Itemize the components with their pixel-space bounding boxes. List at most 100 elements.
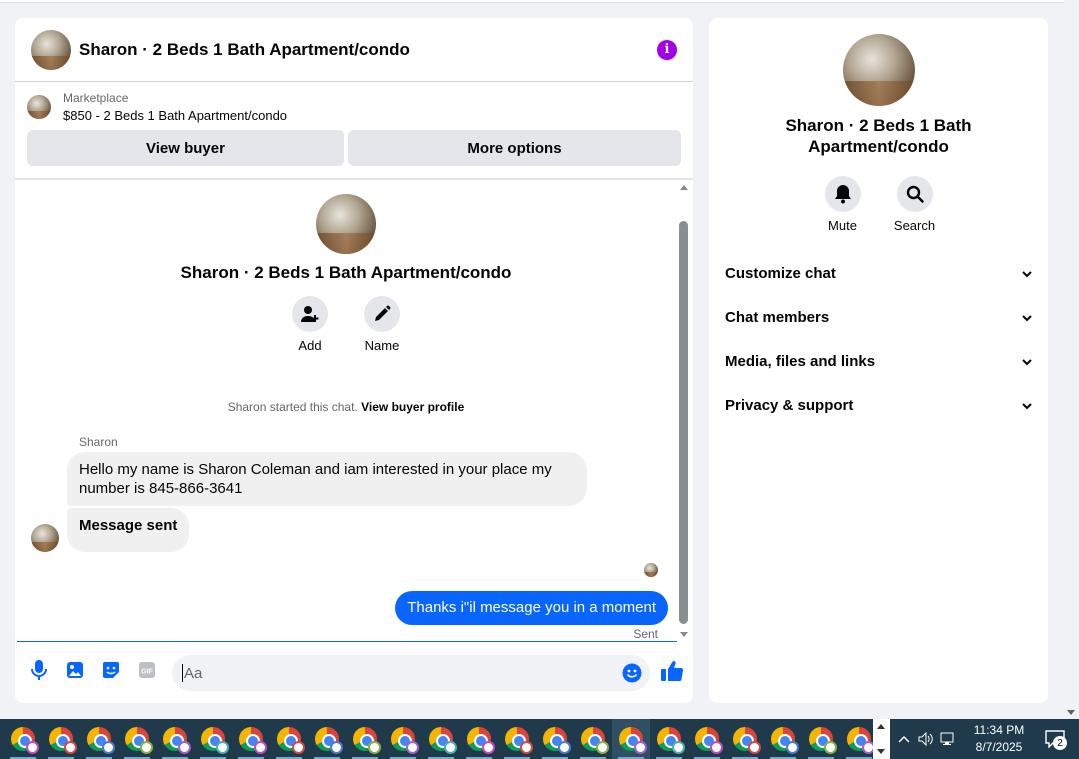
profile-badge-icon: [64, 741, 77, 754]
sticker-icon[interactable]: [101, 660, 121, 680]
mute-button[interactable]: Mute: [824, 176, 861, 233]
section-customize-chat[interactable]: Customize chat: [709, 251, 1048, 295]
chat-title[interactable]: Sharon · 2 Beds 1 Bath Apartment/condo: [79, 40, 657, 60]
outgoing-message[interactable]: Thanks i"il message you in a moment: [395, 591, 668, 625]
more-options-button[interactable]: More options: [348, 130, 681, 166]
volume-icon[interactable]: [915, 719, 937, 759]
chevron-down-icon: [1022, 265, 1032, 282]
profile-badge-icon: [710, 741, 723, 754]
chat-intro: Sharon · 2 Beds 1 Bath Apartment/condo A…: [15, 194, 677, 353]
marketplace-label: Marketplace: [63, 91, 129, 105]
sender-name: Sharon: [79, 435, 118, 449]
section-label: Privacy & support: [725, 396, 854, 414]
add-button[interactable]: Add: [292, 296, 328, 353]
chrome-icon: [353, 727, 381, 754]
chrome-icon: [543, 727, 571, 754]
section-label: Chat members: [725, 308, 830, 326]
taskbar-chrome-button[interactable]: [612, 719, 650, 759]
profile-badge-icon: [26, 741, 39, 754]
started-text: Sharon started this chat.: [227, 400, 358, 414]
clock-time: 11:34 PM: [973, 723, 1025, 737]
profile-badge-icon: [558, 741, 571, 754]
sender-avatar[interactable]: [31, 524, 59, 552]
info-icon[interactable]: i: [657, 39, 677, 60]
svg-text:GIF: GIF: [141, 669, 153, 676]
message-scrollbar[interactable]: [679, 181, 689, 641]
profile-badge-icon: [520, 741, 533, 754]
thumbs-up-icon[interactable]: [660, 660, 684, 687]
taskbar-chrome-button[interactable]: [194, 719, 232, 759]
section-chat-members[interactable]: Chat members: [709, 295, 1048, 339]
clock-date: 8/7/2025: [975, 740, 1023, 754]
clock[interactable]: 11:34 PM 8/7/2025: [963, 722, 1035, 756]
taskbar-chrome-button[interactable]: [422, 719, 460, 759]
marketplace-card: Marketplace $850 - 2 Beds 1 Bath Apartme…: [15, 82, 693, 180]
details-avatar[interactable]: [842, 34, 915, 106]
taskbar-chrome-button[interactable]: [688, 719, 726, 759]
taskbar-apps: [4, 719, 878, 759]
image-icon[interactable]: [65, 660, 85, 680]
taskbar-chrome-button[interactable]: [80, 719, 118, 759]
chrome-icon: [49, 727, 77, 754]
chrome-icon: [429, 727, 457, 754]
taskbar-chrome-button[interactable]: [270, 719, 308, 759]
profile-badge-icon: [254, 741, 267, 754]
taskbar-chrome-button[interactable]: [726, 719, 764, 759]
chrome-icon: [239, 727, 267, 754]
chrome-icon: [657, 727, 685, 754]
chrome-icon: [847, 727, 875, 754]
taskbar-chrome-button[interactable]: [802, 719, 840, 759]
view-buyer-profile-link[interactable]: View buyer profile: [361, 400, 464, 414]
chrome-icon: [163, 727, 191, 754]
search-button[interactable]: Search: [894, 176, 935, 233]
chrome-icon: [315, 727, 343, 754]
taskbar-chrome-button[interactable]: [498, 719, 536, 759]
profile-badge-icon: [634, 741, 647, 754]
taskbar-chrome-button[interactable]: [460, 719, 498, 759]
chevron-down-icon: [1022, 397, 1032, 414]
taskbar-chrome-button[interactable]: [118, 719, 156, 759]
chrome-icon: [619, 727, 647, 754]
page-scrollbar[interactable]: [1064, 0, 1079, 719]
chevron-down-icon: [1022, 353, 1032, 370]
name-label: Name: [364, 338, 400, 353]
section-privacy-support[interactable]: Privacy & support: [709, 383, 1048, 427]
view-buyer-button[interactable]: View buyer: [27, 130, 344, 166]
name-button[interactable]: Name: [364, 296, 400, 353]
profile-badge-icon: [824, 741, 837, 754]
notification-count: 2: [1053, 736, 1067, 750]
taskbar-chrome-button[interactable]: [574, 719, 612, 759]
chat-avatar[interactable]: [31, 29, 71, 70]
section-media-files-links[interactable]: Media, files and links: [709, 339, 1048, 383]
pencil-icon: [364, 296, 400, 332]
emoji-icon[interactable]: [622, 663, 642, 683]
message-input[interactable]: Aa: [172, 655, 650, 691]
notification-icon[interactable]: 2: [1035, 719, 1075, 759]
incoming-message[interactable]: Hello my name is Sharon Coleman and iam …: [67, 452, 587, 506]
taskbar-chrome-button[interactable]: [232, 719, 270, 759]
gif-icon[interactable]: GIF: [137, 660, 157, 680]
chrome-icon: [201, 727, 229, 754]
listing-title[interactable]: $850 - 2 Beds 1 Bath Apartment/condo: [63, 108, 287, 123]
incoming-message[interactable]: Message sent: [67, 508, 190, 552]
scrollbar-thumb[interactable]: [679, 221, 688, 624]
taskbar-chrome-button[interactable]: [42, 719, 80, 759]
chrome-icon: [467, 727, 495, 754]
taskbar-chrome-button[interactable]: [4, 719, 42, 759]
taskbar-chrome-button[interactable]: [156, 719, 194, 759]
chevron-up-icon[interactable]: [893, 719, 915, 759]
profile-badge-icon: [482, 741, 495, 754]
profile-badge-icon: [330, 741, 343, 754]
chrome-icon: [87, 727, 115, 754]
taskbar-chrome-button[interactable]: [346, 719, 384, 759]
network-icon[interactable]: [937, 719, 959, 759]
taskbar-chrome-button[interactable]: [308, 719, 346, 759]
taskbar-chrome-button[interactable]: [764, 719, 802, 759]
taskbar-chrome-button[interactable]: [384, 719, 422, 759]
taskbar-chrome-button[interactable]: [536, 719, 574, 759]
taskbar-chrome-button[interactable]: [650, 719, 688, 759]
microphone-icon[interactable]: [29, 660, 49, 680]
listing-thumbnail[interactable]: [27, 95, 51, 119]
taskbar-scroll[interactable]: [873, 719, 890, 759]
profile-badge-icon: [444, 741, 457, 754]
